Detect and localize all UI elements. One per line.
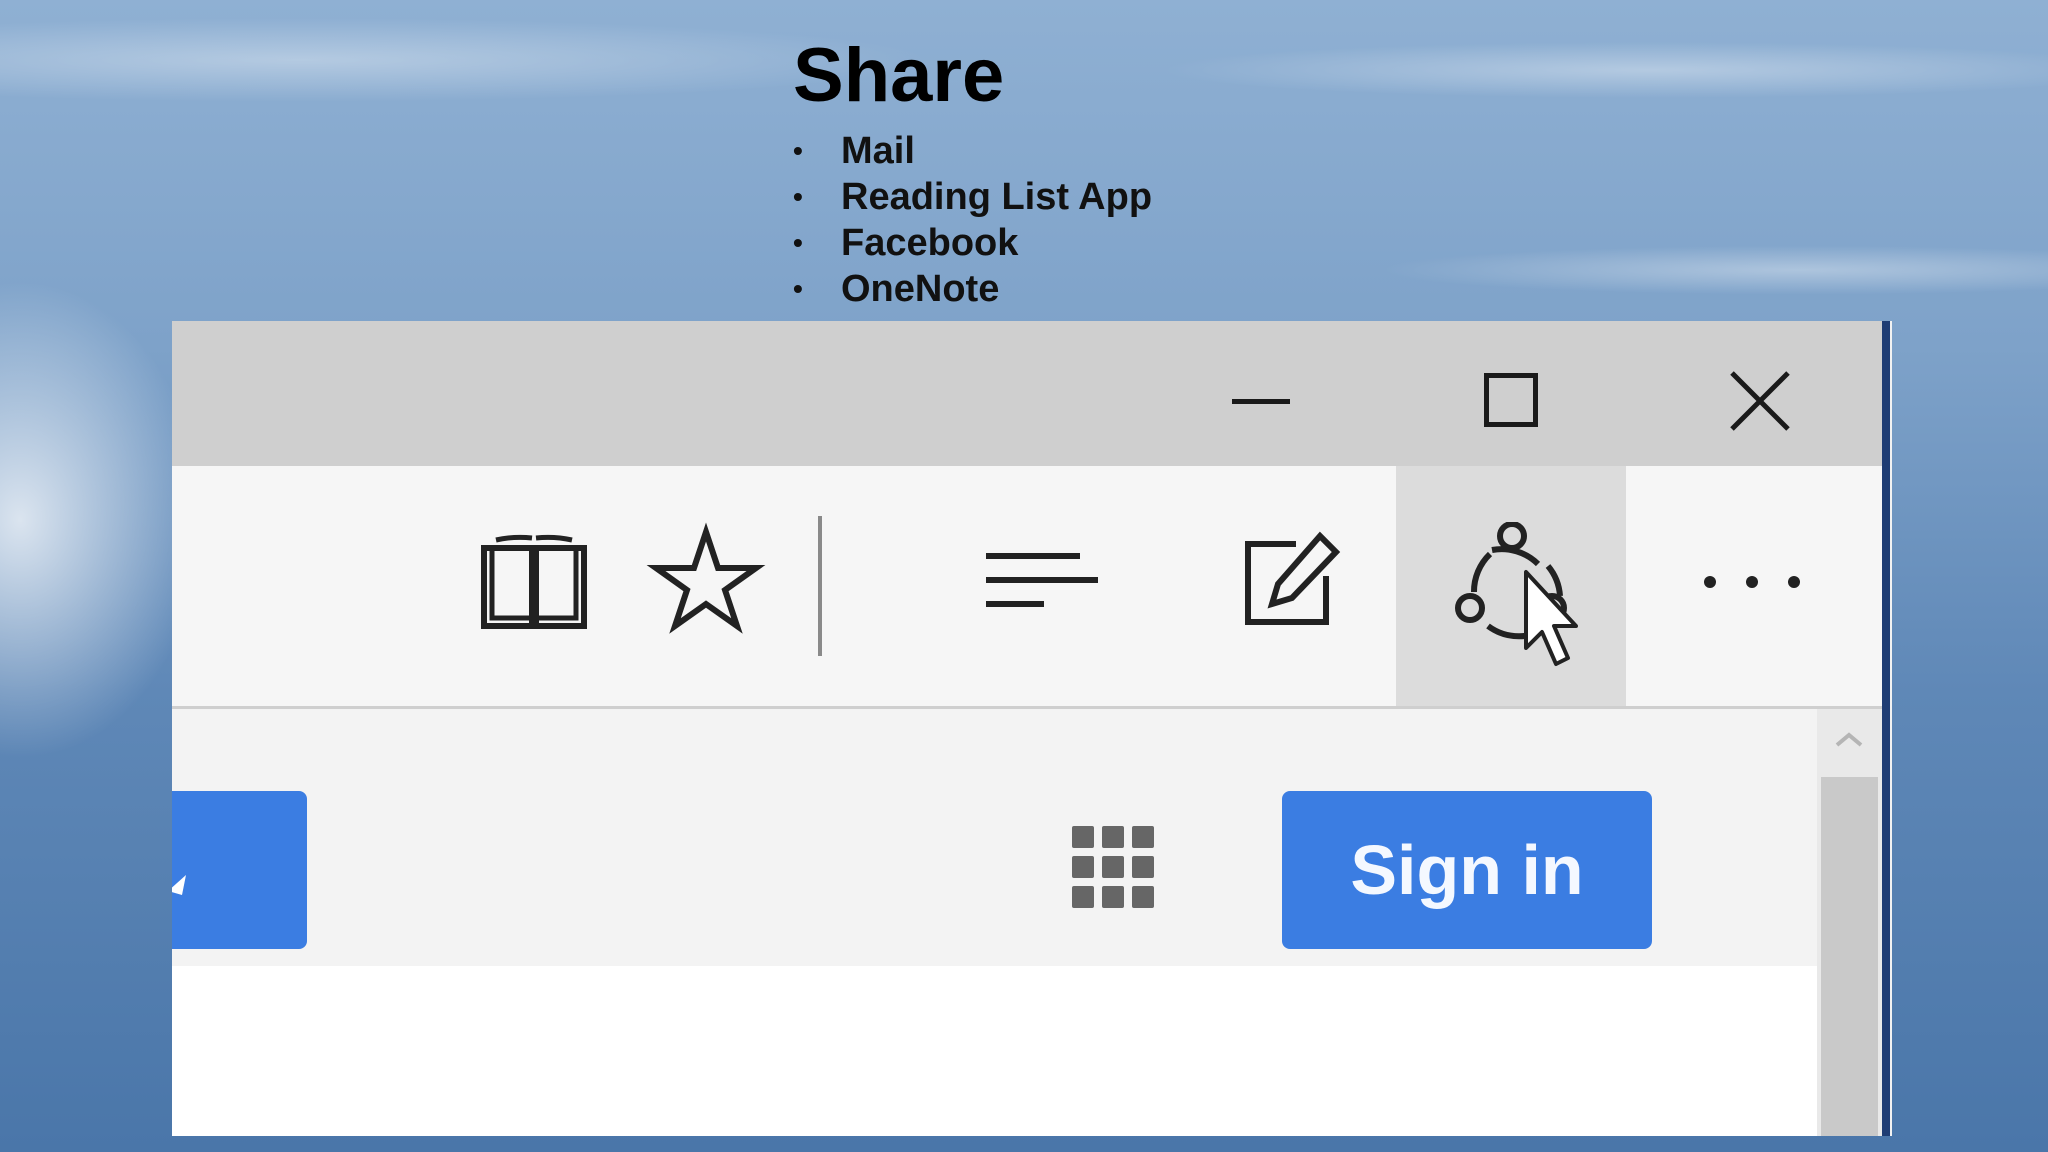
- window-edge: [1882, 321, 1890, 1136]
- bullet-mail: Mail: [793, 128, 1152, 174]
- vertical-scrollbar[interactable]: [1817, 709, 1882, 1136]
- share-icon[interactable]: [1452, 521, 1592, 672]
- more-icon[interactable]: [1698, 522, 1818, 642]
- maximize-icon[interactable]: [1472, 361, 1552, 441]
- favorites-star-icon[interactable]: [646, 522, 766, 642]
- web-note-icon[interactable]: [1230, 522, 1350, 642]
- scroll-up-icon[interactable]: [1817, 709, 1882, 769]
- slide-title: Share: [793, 33, 1005, 118]
- page-body: [172, 966, 1817, 1136]
- reading-view-icon[interactable]: [474, 526, 594, 646]
- minimize-icon[interactable]: [1222, 361, 1302, 441]
- toolbar-separator: [818, 516, 822, 656]
- apps-grid-icon[interactable]: [1072, 826, 1168, 922]
- hub-icon[interactable]: [980, 522, 1100, 642]
- browser-window: Sign in: [172, 321, 1892, 1136]
- scroll-thumb[interactable]: [1821, 777, 1878, 1136]
- title-bar: [172, 321, 1882, 466]
- partial-blue-button[interactable]: [172, 791, 307, 949]
- bullet-reading-list-app: Reading List App: [793, 174, 1152, 220]
- close-icon[interactable]: [1720, 361, 1800, 441]
- bullet-onenote: OneNote: [793, 266, 1152, 312]
- share-options-list: Mail Reading List App Facebook OneNote: [793, 128, 1152, 312]
- bullet-facebook: Facebook: [793, 220, 1152, 266]
- browser-toolbar: [172, 466, 1882, 709]
- sign-in-button[interactable]: Sign in: [1282, 791, 1652, 949]
